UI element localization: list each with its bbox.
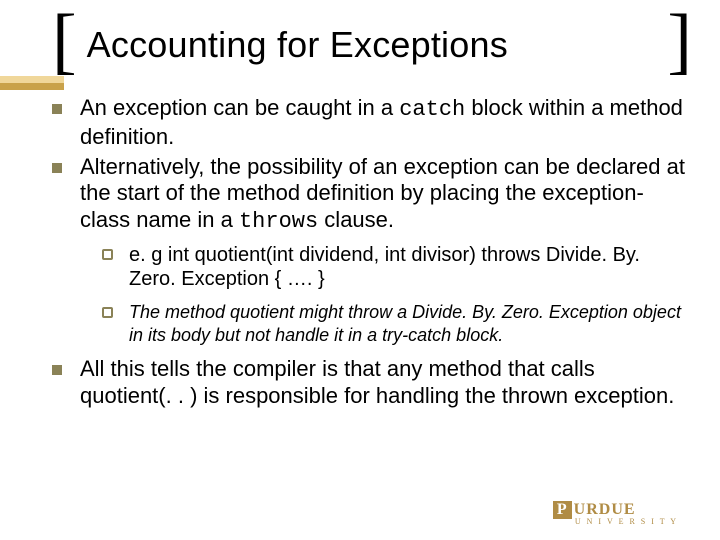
bullet-item: Alternatively, the possibility of an exc… (52, 154, 692, 235)
square-bullet-icon (52, 104, 62, 114)
logo-subtext: U N I V E R S I T Y (575, 517, 678, 526)
sub-bullet-list: e. g int quotient(int dividend, int divi… (102, 243, 692, 346)
slide-title: Accounting for Exceptions (87, 24, 508, 66)
square-bullet-icon (52, 365, 62, 375)
code-keyword: catch (399, 97, 465, 122)
hollow-bullet-icon (102, 307, 113, 318)
bracket-left-icon: [ (52, 12, 77, 71)
code-keyword: throws (239, 209, 318, 234)
text-fragment: An exception can be caught in a (80, 95, 399, 120)
sub-bullet-item: The method quotient might throw a Divide… (102, 301, 692, 346)
sub-bullet-item: e. g int quotient(int dividend, int divi… (102, 243, 692, 291)
slide: [ Accounting for Exceptions ] An excepti… (0, 0, 720, 540)
square-bullet-icon (52, 163, 62, 173)
bullet-item: All this tells the compiler is that any … (52, 356, 692, 409)
bracket-right-icon: ] (667, 12, 692, 71)
purdue-logo: PURDUE U N I V E R S I T Y (553, 501, 678, 526)
bullet-text: All this tells the compiler is that any … (80, 356, 692, 409)
sub-bullet-text-italic: The method quotient might throw a Divide… (129, 301, 692, 346)
title-wrap: [ Accounting for Exceptions ] (52, 18, 692, 77)
logo-p-icon: P (553, 501, 572, 519)
bullet-text: Alternatively, the possibility of an exc… (80, 154, 692, 235)
sub-bullet-text: e. g int quotient(int dividend, int divi… (129, 243, 692, 291)
bullet-item: An exception can be caught in a catch bl… (52, 95, 692, 150)
text-fragment: clause. (318, 207, 394, 232)
logo-text: URDUE (574, 501, 636, 518)
slide-body: An exception can be caught in a catch bl… (52, 95, 692, 409)
bullet-text: An exception can be caught in a catch bl… (80, 95, 692, 150)
hollow-bullet-icon (102, 249, 113, 260)
